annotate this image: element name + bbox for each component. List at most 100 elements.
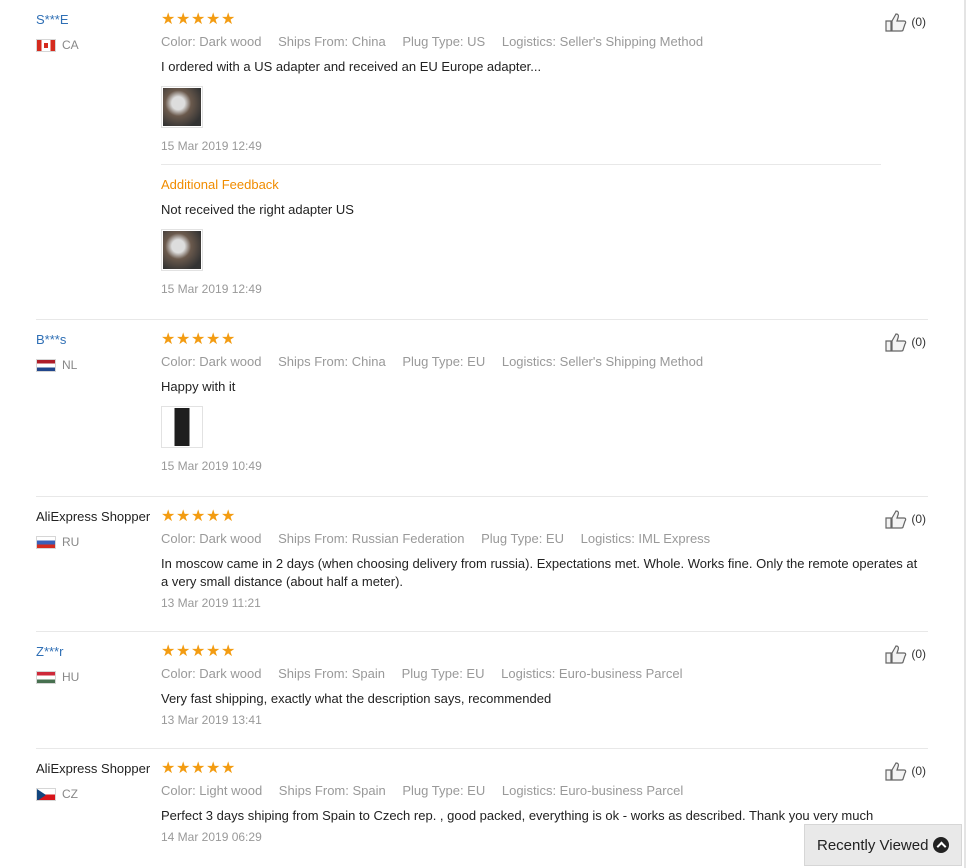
- chevron-up-circle-icon: [933, 837, 949, 853]
- review-item: AliExpress Shopper CZ ★ ★ ★ ★ ★ Color: Light…: [36, 749, 928, 866]
- star-icon: ★: [221, 760, 236, 777]
- review-date: 15 Mar 2019 10:49: [161, 459, 262, 473]
- review-date: 13 Mar 2019 13:41: [161, 713, 262, 727]
- additional-feedback-title: Additional Feedback: [161, 177, 279, 192]
- helpful-button[interactable]: (0): [885, 332, 926, 352]
- review-text: Perfect 3 days shiping from Spain to Cze…: [161, 808, 874, 823]
- attr-plug-type: Plug Type: EU: [402, 783, 486, 798]
- recently-viewed-label: Recently Viewed: [817, 836, 929, 854]
- attr-ships-from: Ships From: China: [278, 354, 386, 369]
- additional-photo-thumbnail[interactable]: [161, 229, 203, 271]
- review-text: Very fast shipping, exactly what the des…: [161, 691, 552, 706]
- attr-plug-type: Plug Type: EU: [402, 354, 486, 369]
- star-icon: ★: [206, 760, 221, 777]
- attr-logistics: Logistics: IML Express: [580, 531, 711, 546]
- czech-flag-icon: [36, 787, 56, 801]
- review-date: 13 Mar 2019 11:21: [161, 596, 261, 610]
- attr-logistics: Logistics: Euro-business Parcel: [501, 783, 684, 798]
- reviewer-country: NL: [36, 358, 161, 372]
- attr-logistics: Logistics: Seller's Shipping Method: [501, 34, 704, 49]
- order-attributes: Color: Dark wood Ships From: China Plug …: [161, 34, 881, 50]
- country-code: RU: [62, 535, 80, 549]
- thumbs-up-icon: [885, 762, 907, 781]
- additional-feedback-text: Not received the right adapter US: [161, 202, 354, 217]
- attr-color: Color: Dark wood: [161, 531, 262, 546]
- star-icon: ★: [176, 11, 191, 28]
- reviewer-country: CZ: [36, 787, 161, 801]
- attr-ships-from: Ships From: China: [278, 34, 386, 49]
- helpful-count: (0): [911, 512, 926, 526]
- star-icon: ★: [191, 508, 206, 525]
- order-attributes: Color: Dark wood Ships From: China Plug …: [161, 354, 881, 370]
- reviewer-name[interactable]: Z***r: [36, 644, 161, 660]
- russia-flag-icon: [36, 535, 56, 549]
- photo-image: [163, 408, 201, 446]
- review-text: In moscow came in 2 days (when choosing …: [161, 556, 918, 589]
- reviewer-name[interactable]: B***s: [36, 332, 161, 348]
- review-list: S***E CA ★ ★ ★ ★ ★ Color: Dark wood Ships Fr…: [0, 0, 964, 866]
- review-date: 15 Mar 2019 12:49: [161, 139, 262, 153]
- reviewer-country: HU: [36, 670, 161, 684]
- helpful-count: (0): [911, 15, 926, 29]
- thumbs-up-icon: [885, 333, 907, 352]
- attr-plug-type: Plug Type: EU: [401, 666, 485, 681]
- star-icon: ★: [176, 331, 191, 348]
- star-icon: ★: [161, 11, 176, 28]
- helpful-button[interactable]: (0): [885, 644, 926, 664]
- review-item: B***s NL ★ ★ ★ ★ ★ Color: Dark wood Ships Fr…: [36, 320, 928, 497]
- review-text: Happy with it: [161, 379, 236, 394]
- attr-plug-type: Plug Type: US: [402, 34, 486, 49]
- country-code: HU: [62, 670, 80, 684]
- attr-plug-type: Plug Type: EU: [481, 531, 564, 546]
- reviewer-name: AliExpress Shopper: [36, 509, 151, 524]
- photo-image: [163, 231, 201, 269]
- star-icon: ★: [176, 508, 191, 525]
- additional-feedback: Additional Feedback Not received the rig…: [161, 164, 881, 297]
- review-item: S***E CA ★ ★ ★ ★ ★ Color: Dark wood Ships Fr…: [36, 0, 928, 320]
- star-icon: ★: [161, 331, 176, 348]
- attr-color: Color: Light wood: [161, 783, 263, 798]
- country-code: CZ: [62, 787, 78, 801]
- star-icon: ★: [221, 508, 236, 525]
- rating-stars: ★ ★ ★ ★ ★: [161, 509, 881, 525]
- review-content: ★ ★ ★ ★ ★ Color: Dark wood Ships From: China…: [161, 320, 881, 482]
- review-content: ★ ★ ★ ★ ★ Color: Dark wood Ships From: China…: [161, 0, 881, 305]
- star-icon: ★: [221, 11, 236, 28]
- rating-stars: ★ ★ ★ ★ ★: [161, 644, 881, 660]
- star-icon: ★: [161, 508, 176, 525]
- star-icon: ★: [206, 11, 221, 28]
- helpful-count: (0): [911, 335, 926, 349]
- review-photo-thumbnail[interactable]: [161, 406, 203, 448]
- review-date: 14 Mar 2019 06:29: [161, 830, 262, 844]
- review-content: ★ ★ ★ ★ ★ Color: Light wood Ships From: Spai…: [161, 749, 881, 853]
- thumbs-up-icon: [885, 13, 907, 32]
- hungary-flag-icon: [36, 670, 56, 684]
- review-content: ★ ★ ★ ★ ★ Color: Dark wood Ships From: Russi…: [161, 497, 917, 619]
- star-icon: ★: [221, 331, 236, 348]
- reviewer-name[interactable]: S***E: [36, 12, 161, 28]
- reviewer-info: AliExpress Shopper RU: [36, 509, 161, 549]
- star-icon: ★: [176, 643, 191, 660]
- thumbs-up-icon: [885, 510, 907, 529]
- star-icon: ★: [206, 643, 221, 660]
- country-code: NL: [62, 358, 78, 372]
- reviewer-country: RU: [36, 535, 161, 549]
- attr-color: Color: Dark wood: [161, 666, 262, 681]
- photo-image: [163, 88, 201, 126]
- helpful-button[interactable]: (0): [885, 761, 926, 781]
- helpful-button[interactable]: (0): [885, 12, 926, 32]
- reviewer-info: AliExpress Shopper CZ: [36, 761, 161, 801]
- star-icon: ★: [221, 643, 236, 660]
- star-icon: ★: [161, 760, 176, 777]
- canada-flag-icon: [36, 38, 56, 52]
- star-icon: ★: [176, 760, 191, 777]
- star-icon: ★: [191, 643, 206, 660]
- attr-ships-from: Ships From: Spain: [278, 783, 386, 798]
- helpful-count: (0): [911, 647, 926, 661]
- helpful-button[interactable]: (0): [885, 509, 926, 529]
- additional-feedback-date: 15 Mar 2019 12:49: [161, 282, 262, 296]
- review-text: I ordered with a US adapter and received…: [161, 59, 542, 74]
- review-photo-thumbnail[interactable]: [161, 86, 203, 128]
- attr-ships-from: Ships From: Spain: [278, 666, 385, 681]
- recently-viewed-button[interactable]: Recently Viewed: [804, 824, 962, 866]
